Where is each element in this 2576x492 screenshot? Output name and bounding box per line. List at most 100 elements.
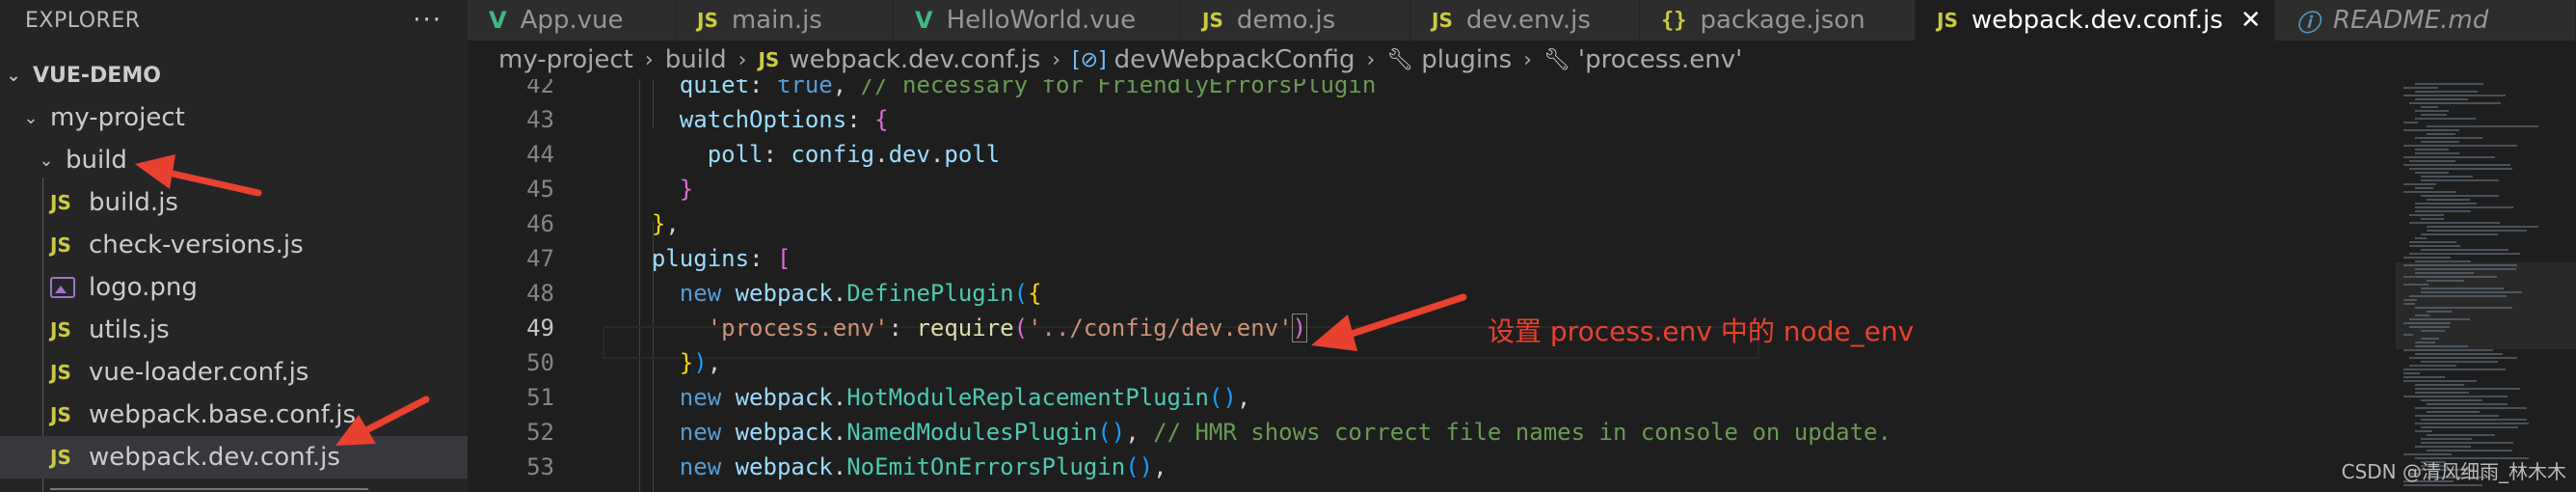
tree-root[interactable]: ⌄ VUE-DEMO — [0, 54, 468, 96]
tab-app-vue[interactable]: V App.vue — [468, 0, 676, 41]
tree-folder-my-project[interactable]: ⌄ my-project — [0, 96, 468, 139]
chevron-down-icon: ⌄ — [39, 150, 54, 171]
minimap-line — [2421, 176, 2473, 178]
code-text: watchOptions: { — [679, 106, 889, 133]
tab-readme-md[interactable]: ⓘ README.md — [2275, 0, 2576, 41]
minimap-line — [2415, 187, 2433, 189]
minimap-line — [2403, 257, 2451, 259]
minimap-line — [2415, 149, 2449, 150]
code-text: }, — [651, 210, 680, 237]
tab-demo-js[interactable]: JS demo.js — [1181, 0, 1410, 41]
breadcrumb-item[interactable]: devWebpackConfig — [1114, 45, 1355, 74]
minimap-line — [2427, 403, 2508, 405]
minimap-line — [2403, 372, 2420, 374]
file-label: check-versions.js — [89, 231, 304, 260]
minimap-line — [2427, 411, 2480, 413]
tree-file[interactable]: JS check-versions.js — [0, 224, 468, 266]
breadcrumb-item[interactable]: webpack.dev.conf.js — [789, 45, 1040, 74]
tab-dev-env-js[interactable]: JS dev.env.js — [1410, 0, 1640, 41]
tree-file[interactable]: JS webpack.base.conf.js — [0, 394, 468, 436]
more-actions-icon[interactable]: ··· — [413, 6, 443, 35]
line-number: 48 — [526, 280, 554, 307]
root-label: VUE-DEMO — [33, 63, 161, 88]
js-file-icon: JS — [1202, 9, 1223, 32]
tree-file-selected[interactable]: JS webpack.dev.conf.js — [0, 436, 468, 478]
explorer-sidebar: EXPLORER ··· ⌄ VUE-DEMO ⌄ my-project ⌄ b… — [0, 0, 468, 492]
minimap-line — [2409, 326, 2450, 328]
json-file-icon: {} — [1661, 8, 1687, 33]
code-line-current: 49 'process.env': require('../config/dev… — [468, 311, 2396, 345]
tab-main-js[interactable]: JS main.js — [676, 0, 894, 41]
code-editor[interactable]: 42 quiet: true, // necessary for Friendl… — [468, 79, 2396, 492]
line-number: 45 — [526, 176, 554, 203]
minimap-line — [2415, 388, 2520, 390]
breadcrumb-item[interactable]: build — [665, 45, 727, 74]
tab-label: package.json — [1700, 6, 1865, 35]
minimap-line — [2409, 295, 2507, 297]
js-file-icon: JS — [1937, 9, 1958, 32]
breadcrumb-item[interactable]: my-project — [498, 45, 633, 74]
file-label: webpack.base.conf.js — [89, 400, 357, 429]
folder-label: my-project — [50, 103, 185, 132]
minimap-line — [2403, 303, 2415, 305]
tab-package-json[interactable]: {} package.json — [1640, 0, 1916, 41]
tab-label: demo.js — [1236, 6, 1336, 35]
tree-file[interactable]: JS utils.js — [0, 309, 468, 351]
minimap-line — [2403, 122, 2418, 123]
file-label: utils.js — [89, 315, 170, 344]
js-file-icon: JS — [1432, 9, 1453, 32]
minimap-line — [2403, 183, 2436, 185]
breadcrumb-item[interactable]: 'process.env' — [1578, 45, 1742, 74]
minimap-line — [2415, 110, 2449, 112]
minimap-line — [2421, 106, 2438, 108]
code-line: 50 }), — [468, 345, 2396, 380]
close-icon[interactable]: ✕ — [2241, 6, 2262, 35]
tree-file[interactable]: JS build.js — [0, 181, 468, 224]
wrench-icon: 🔧︎ — [1386, 47, 1414, 72]
minimap[interactable] — [2396, 79, 2576, 492]
code-line: 43 watchOptions: { — [468, 102, 2396, 137]
code-text: quiet: true, // necessary for FriendlyEr… — [679, 79, 1377, 98]
line-number: 53 — [526, 453, 554, 480]
js-file-icon: JS — [50, 318, 71, 342]
code-text: new webpack.DefinePlugin({ — [679, 280, 1042, 307]
code-text: poll: config.dev.poll — [707, 141, 1001, 168]
file-label: logo.png — [89, 273, 198, 302]
minimap-line — [2403, 380, 2477, 382]
line-number: 51 — [526, 384, 554, 411]
minimap-line — [2403, 453, 2452, 455]
tab-webpack-dev-conf-js[interactable]: JS webpack.dev.conf.js ✕ — [1916, 0, 2275, 41]
minimap-line — [2415, 91, 2478, 93]
minimap-line — [2415, 172, 2449, 174]
minimap-line — [2427, 199, 2470, 201]
minimap-line — [2427, 450, 2512, 451]
minimap-line — [2415, 272, 2474, 274]
breadcrumb: my-project › build › JS webpack.dev.conf… — [468, 41, 2576, 79]
breadcrumb-item[interactable]: plugins — [1421, 45, 1512, 74]
code-text: new webpack.NamedModulesPlugin(), // HMR… — [679, 419, 1892, 446]
line-number: 52 — [526, 419, 554, 446]
minimap-line — [2415, 98, 2468, 100]
chevron-down-icon: ⌄ — [23, 107, 39, 128]
code-line: 46 }, — [468, 206, 2396, 241]
minimap-line — [2421, 195, 2499, 197]
line-number: 44 — [526, 141, 554, 168]
annotation-text: 设置 process.env 中的 node_env — [1488, 315, 1915, 347]
minimap-line — [2415, 407, 2527, 409]
minimap-line — [2403, 156, 2495, 158]
tab-helloworld-vue[interactable]: V HelloWorld.vue — [894, 0, 1181, 41]
minimap-line — [2403, 191, 2456, 193]
tree-folder-build[interactable]: ⌄ build — [0, 139, 468, 181]
code-line: 48 new webpack.DefinePlugin({ — [468, 276, 2396, 311]
minimap-line — [2421, 426, 2518, 428]
minimap-line — [2421, 291, 2522, 293]
minimap-line — [2403, 164, 2510, 166]
minimap-line — [2403, 484, 2482, 486]
chevron-right-icon: › — [1366, 47, 1376, 72]
tree-file[interactable]: logo.png — [0, 266, 468, 309]
explorer-title: EXPLORER — [25, 8, 141, 33]
minimap-line — [2403, 129, 2459, 131]
code-line: 42 quiet: true, // necessary for Friendl… — [468, 79, 2396, 102]
minimap-line — [2415, 353, 2503, 355]
tree-file[interactable]: JS vue-loader.conf.js — [0, 351, 468, 394]
